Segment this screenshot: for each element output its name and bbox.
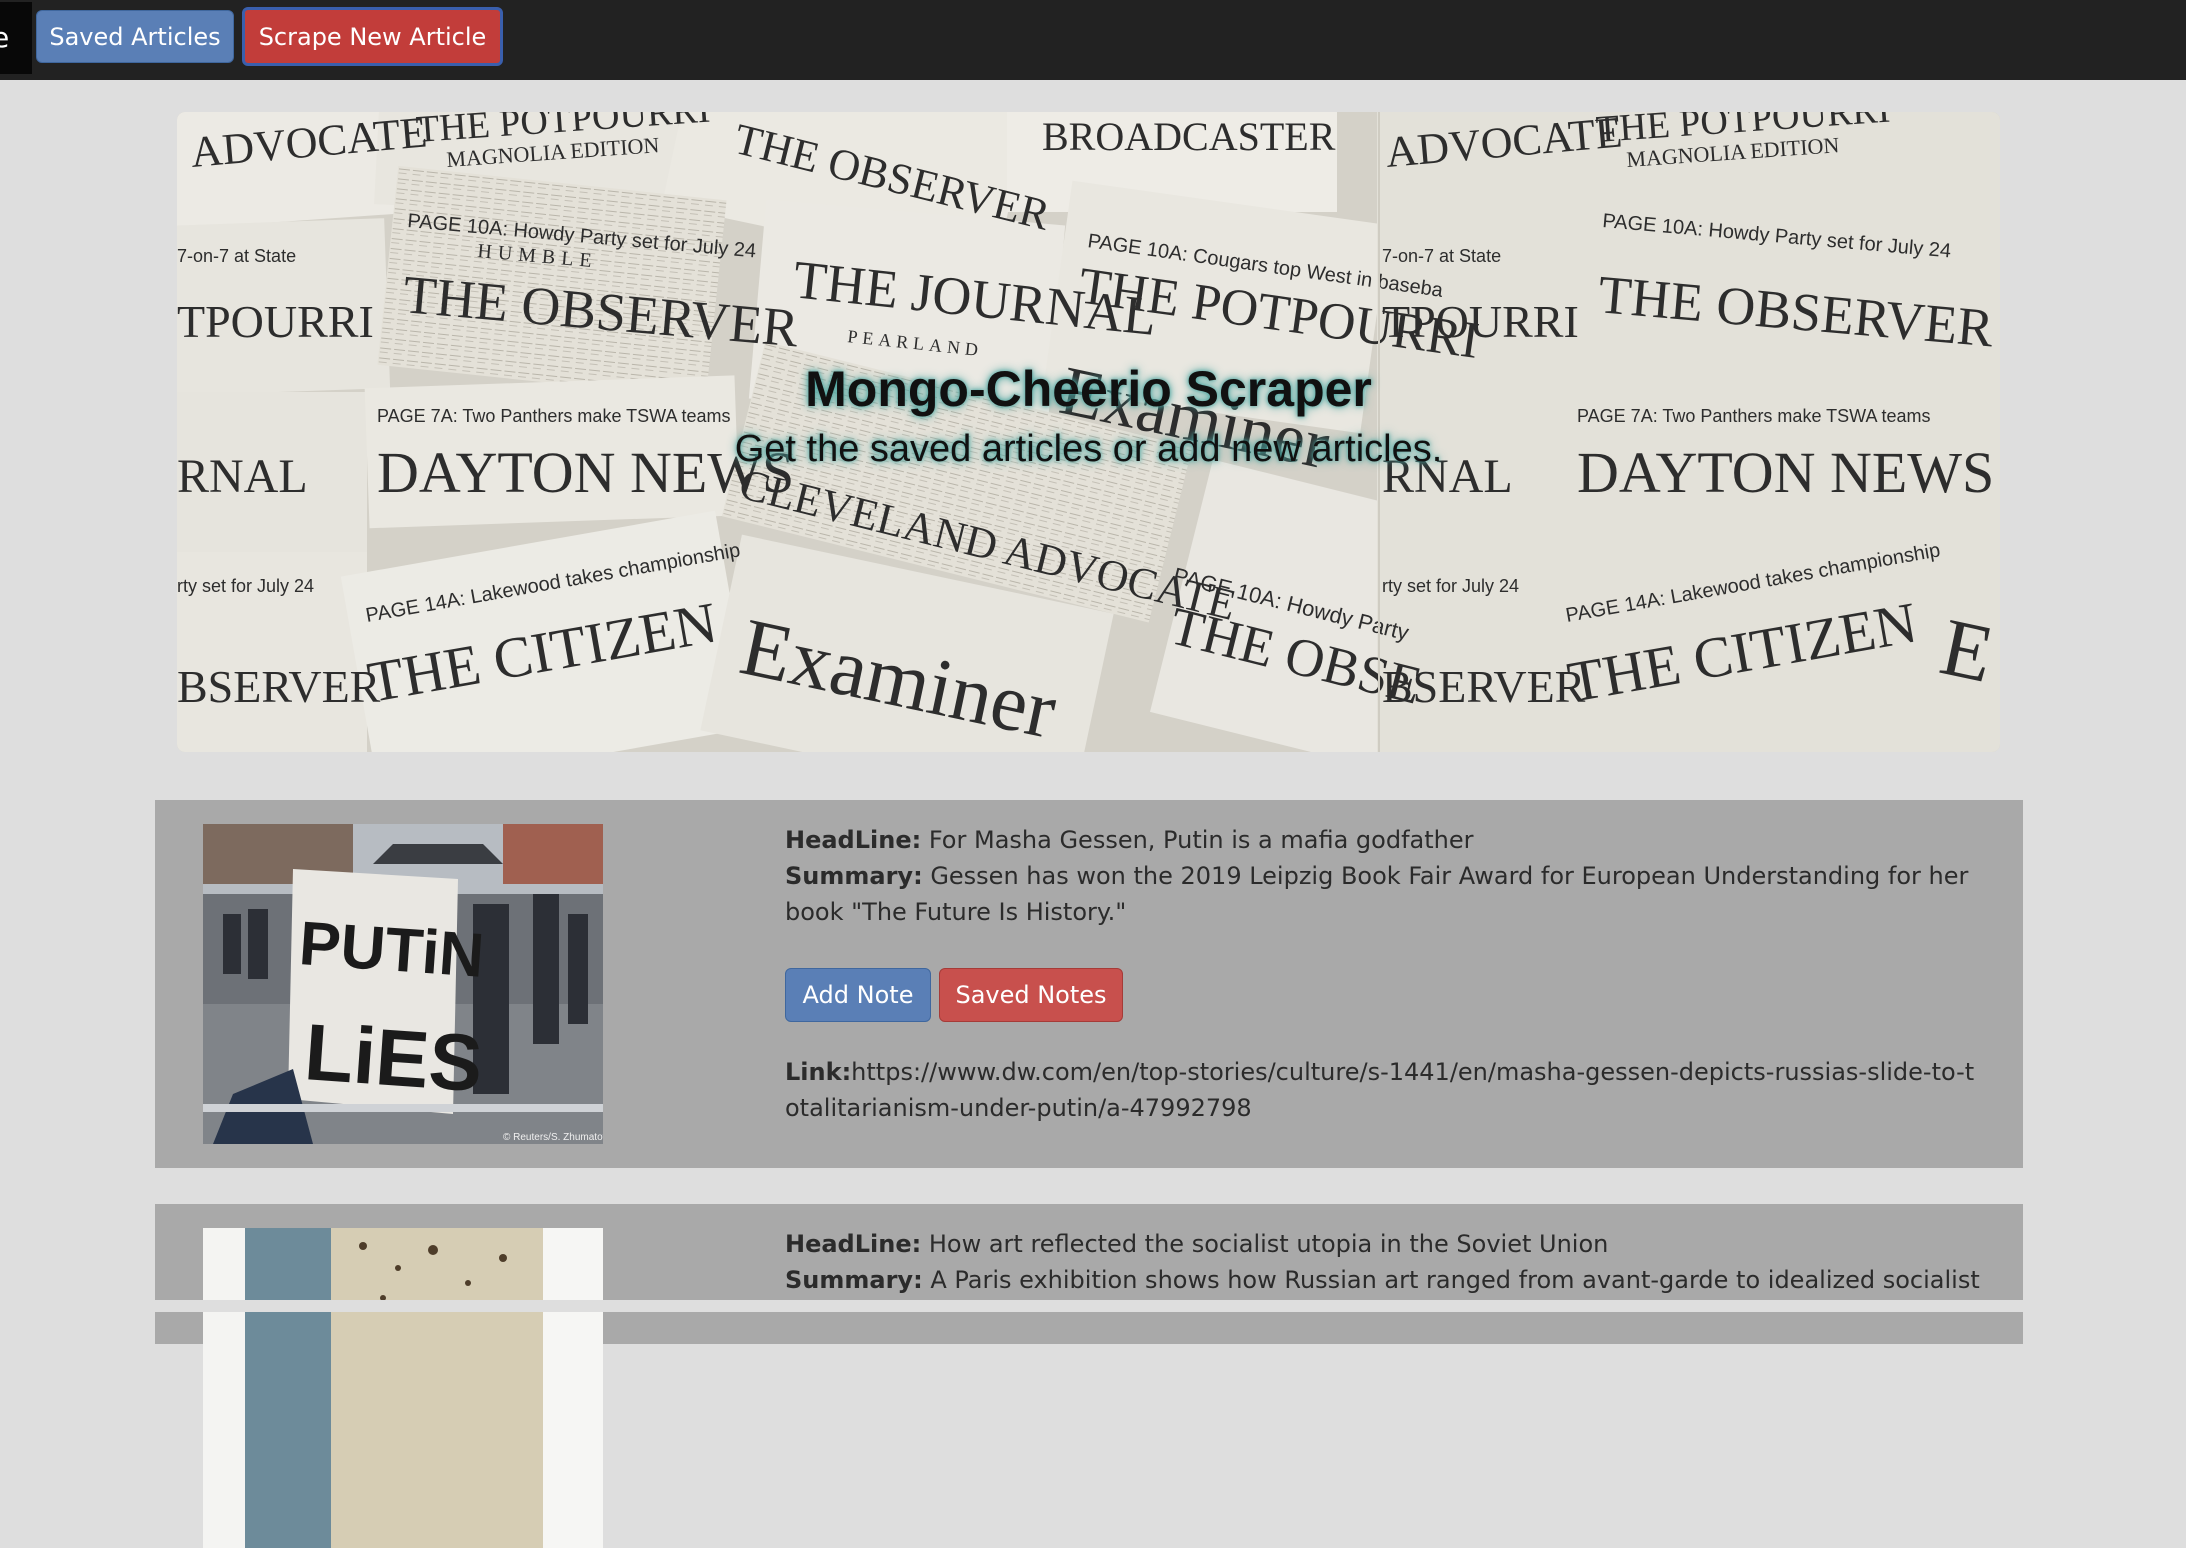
summary-label: Summary: (785, 1266, 923, 1294)
svg-text:rty set for July 24: rty set for July 24 (177, 576, 314, 596)
svg-text:TPOURRI: TPOURRI (1382, 296, 1579, 347)
link-label: Link: (785, 1058, 852, 1086)
saved-articles-button[interactable]: Saved Articles (36, 10, 234, 63)
svg-text:PUTiN: PUTiN (297, 909, 486, 991)
svg-text:BROADCASTER: BROADCASTER (1042, 114, 1336, 159)
headline-label: HeadLine: (785, 1230, 922, 1258)
article-card: HeadLine: How art reflected the socialis… (155, 1204, 2023, 1548)
summary-label: Summary: (785, 862, 923, 890)
article-summary: A Paris exhibition shows how Russian art… (930, 1266, 1980, 1294)
article-summary: Gessen has won the 2019 Leipzig Book Fai… (785, 862, 1969, 926)
article-summary-row: Summary: A Paris exhibition shows how Ru… (785, 1262, 1995, 1298)
article-text: HeadLine: For Masha Gessen, Putin is a m… (785, 822, 1995, 930)
article-thumbnail[interactable]: PUTiN LiES © Reuters/S. Zhumatov (203, 824, 603, 1144)
scrape-new-article-button[interactable]: Scrape New Article (242, 7, 503, 66)
article-thumbnail[interactable] (203, 1228, 603, 1548)
svg-text:7-on-7 at State: 7-on-7 at State (177, 246, 296, 266)
svg-text:© Reuters/S. Zhumatov: © Reuters/S. Zhumatov (503, 1132, 603, 1143)
article-headline-row: HeadLine: For Masha Gessen, Putin is a m… (785, 822, 1995, 858)
article-card: PUTiN LiES © Reuters/S. Zhumatov HeadLin… (155, 800, 2023, 1168)
article-headline: How art reflected the socialist utopia i… (928, 1230, 1609, 1258)
jumbotron: ADVOCATE THE POTPOURRI MAGNOLIA EDITION … (177, 112, 2000, 752)
navbar-brand[interactable]: e (0, 2, 32, 74)
page-title: Mongo-Cheerio Scraper (805, 361, 1372, 417)
page-subtitle: Get the saved articles or add new articl… (734, 428, 1443, 470)
svg-text:rty set for July 24: rty set for July 24 (1382, 576, 1519, 596)
svg-text:7-on-7 at State: 7-on-7 at State (1382, 246, 1501, 266)
putin-protest-photo: PUTiN LiES © Reuters/S. Zhumatov (203, 824, 603, 1144)
article-link-row: Link:https://www.dw.com/en/top-stories/c… (785, 1054, 1985, 1126)
page-bottom-edge (0, 1300, 2186, 1312)
article-summary-row: Summary: Gessen has won the 2019 Leipzig… (785, 858, 1995, 930)
soviet-art-photo (203, 1228, 603, 1548)
svg-text:BSERVER: BSERVER (1382, 661, 1586, 712)
saved-notes-button[interactable]: Saved Notes (939, 968, 1123, 1022)
svg-text:TPOURRI: TPOURRI (177, 296, 374, 347)
headline-label: HeadLine: (785, 826, 922, 854)
article-link[interactable]: https://www.dw.com/en/top-stories/cultur… (785, 1058, 1974, 1122)
article-headline-row: HeadLine: How art reflected the socialis… (785, 1226, 1995, 1262)
article-text: HeadLine: How art reflected the socialis… (785, 1226, 1995, 1298)
add-note-button[interactable]: Add Note (785, 968, 931, 1022)
article-headline: For Masha Gessen, Putin is a mafia godfa… (928, 826, 1474, 854)
svg-text:BSERVER: BSERVER (177, 661, 381, 712)
svg-text:LiES: LiES (302, 1007, 486, 1108)
top-navbar: e Saved Articles Scrape New Article (0, 0, 2186, 80)
